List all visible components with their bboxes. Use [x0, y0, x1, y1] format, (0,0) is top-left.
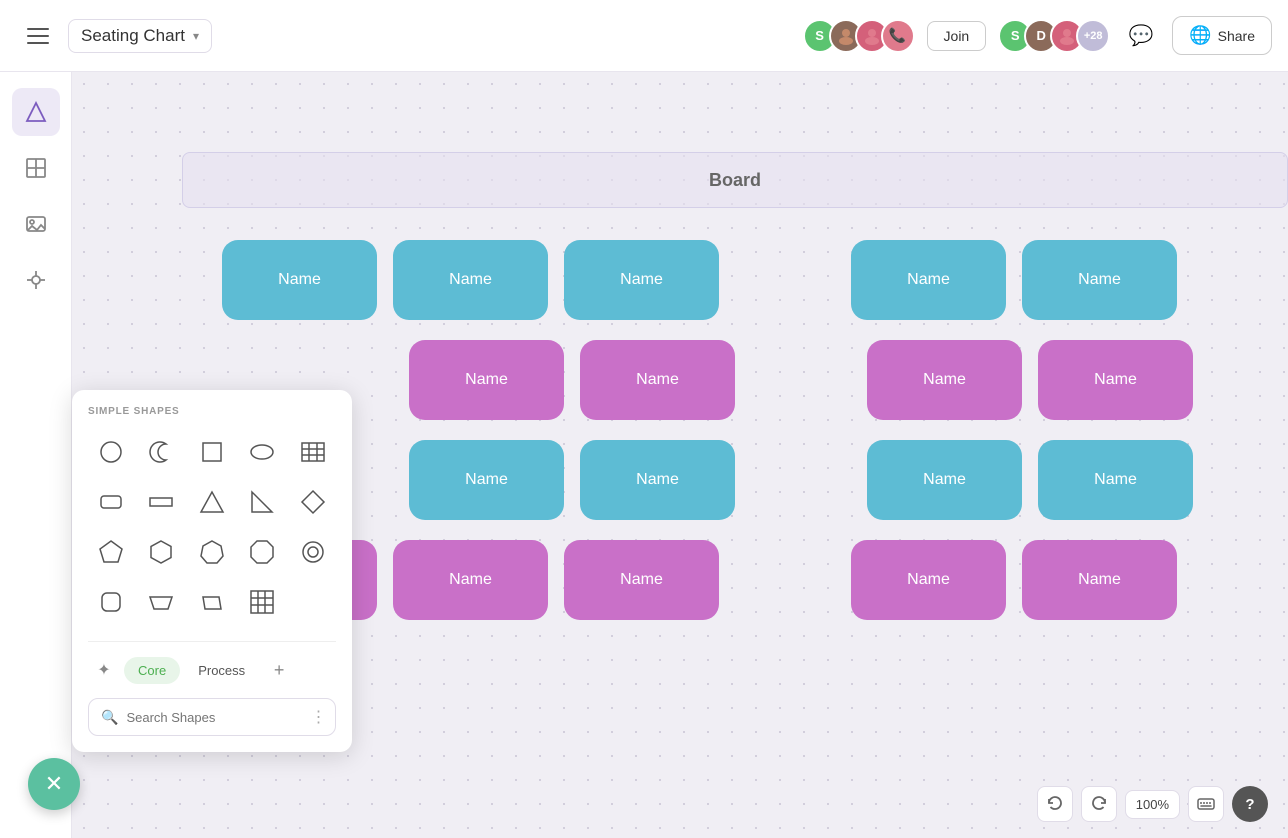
panel-tabs: ✦ Core Process + [88, 641, 336, 686]
keyboard-shortcut-button[interactable] [1188, 786, 1224, 822]
avatar-phone: 📞 [881, 19, 915, 53]
seat-4-2[interactable]: Name [564, 540, 719, 620]
seat-4-4[interactable]: Name [1022, 540, 1177, 620]
tab-favorites[interactable]: ✦ [88, 654, 120, 686]
board-label: Board [182, 152, 1288, 208]
shape-table[interactable] [290, 429, 336, 475]
seat-1-3[interactable]: Name [564, 240, 719, 320]
shape-hexagon[interactable] [138, 529, 184, 575]
shape-diamond[interactable] [290, 479, 336, 525]
seat-2-4[interactable]: Name [1038, 340, 1193, 420]
chevron-down-icon: ▾ [193, 29, 199, 43]
sidebar [0, 72, 72, 838]
shape-wide-rect[interactable] [138, 479, 184, 525]
bottom-bar: 100% ? [1037, 786, 1268, 822]
seat-4-3[interactable]: Name [851, 540, 1006, 620]
shape-ellipse[interactable] [239, 429, 285, 475]
tab-add-button[interactable]: + [265, 656, 293, 684]
globe-icon: 🌐 [1189, 25, 1211, 46]
undo-button[interactable] [1037, 786, 1073, 822]
seat-1-1[interactable]: Name [222, 240, 377, 320]
seat-2-3[interactable]: Name [867, 340, 1022, 420]
help-button[interactable]: ? [1232, 786, 1268, 822]
seat-3-1[interactable]: Name [409, 440, 564, 520]
seat-3-2[interactable]: Name [580, 440, 735, 520]
shape-rounded-sq[interactable] [88, 579, 134, 625]
more-avatars: S D +28 [998, 19, 1110, 53]
seat-1-2[interactable]: Name [393, 240, 548, 320]
zoom-level: 100% [1125, 790, 1180, 819]
shape-crescent[interactable] [138, 429, 184, 475]
sidebar-item-image[interactable] [12, 200, 60, 248]
share-button[interactable]: 🌐 Share [1172, 16, 1272, 55]
collaborator-avatars: S 📞 [803, 19, 915, 53]
seat-2-2[interactable]: Name [580, 340, 735, 420]
seat-2-1[interactable]: Name [409, 340, 564, 420]
shape-octagon[interactable] [239, 529, 285, 575]
chat-button[interactable]: 💬 [1122, 17, 1160, 55]
document-title: Seating Chart [81, 26, 185, 46]
shape-pentagon[interactable] [88, 529, 134, 575]
shapes-grid [88, 429, 336, 625]
seat-1-4[interactable]: Name [851, 240, 1006, 320]
seat-row-4: Name Name Name Name Name [222, 540, 1288, 620]
sidebar-item-grid[interactable] [12, 144, 60, 192]
search-bar: 🔍 ⋮ [88, 698, 336, 736]
shape-rounded-rect[interactable] [88, 479, 134, 525]
redo-button[interactable] [1081, 786, 1117, 822]
seat-row-2: Name Name Name Name [222, 340, 1288, 420]
header-right: S 📞 Join S D +28 💬 🌐 Share [803, 16, 1272, 55]
fab-close-button[interactable]: ✕ [28, 758, 80, 810]
avatar-overflow: +28 [1076, 19, 1110, 53]
more-options-icon[interactable]: ⋮ [310, 707, 326, 727]
shape-right-triangle[interactable] [239, 479, 285, 525]
seat-4-1[interactable]: Name [393, 540, 548, 620]
search-input[interactable] [126, 710, 302, 725]
seat-1-5[interactable]: Name [1022, 240, 1177, 320]
shape-panel: Simple Shapes [72, 390, 352, 752]
shape-parallelogram[interactable] [189, 579, 235, 625]
shape-trapezoid[interactable] [138, 579, 184, 625]
shape-triangle[interactable] [189, 479, 235, 525]
menu-button[interactable] [16, 14, 60, 58]
board-text: Board [709, 170, 761, 191]
shape-ring[interactable] [290, 529, 336, 575]
hamburger-icon [27, 28, 49, 44]
shape-grid-table[interactable] [239, 579, 285, 625]
seat-row-1: Name Name Name Name Name [222, 240, 1288, 320]
search-icon: 🔍 [101, 709, 118, 726]
shape-square[interactable] [189, 429, 235, 475]
seat-3-4[interactable]: Name [1038, 440, 1193, 520]
shape-heptagon[interactable] [189, 529, 235, 575]
seats-container: Name Name Name Name Name Name Name Name … [222, 240, 1288, 640]
tab-core[interactable]: Core [124, 657, 180, 684]
sidebar-item-shapes[interactable] [12, 88, 60, 136]
title-area[interactable]: Seating Chart ▾ [68, 19, 212, 53]
seat-3-3[interactable]: Name [867, 440, 1022, 520]
share-label: Share [1218, 28, 1255, 44]
sidebar-item-components[interactable] [12, 256, 60, 304]
section-label: Simple Shapes [88, 406, 336, 417]
shape-circle[interactable] [88, 429, 134, 475]
join-button[interactable]: Join [927, 21, 987, 51]
header: Seating Chart ▾ S 📞 Join S D +28 💬 🌐 Sha… [0, 0, 1288, 72]
seat-row-3: Name Name Name Name [222, 440, 1288, 520]
tab-process[interactable]: Process [184, 657, 259, 684]
